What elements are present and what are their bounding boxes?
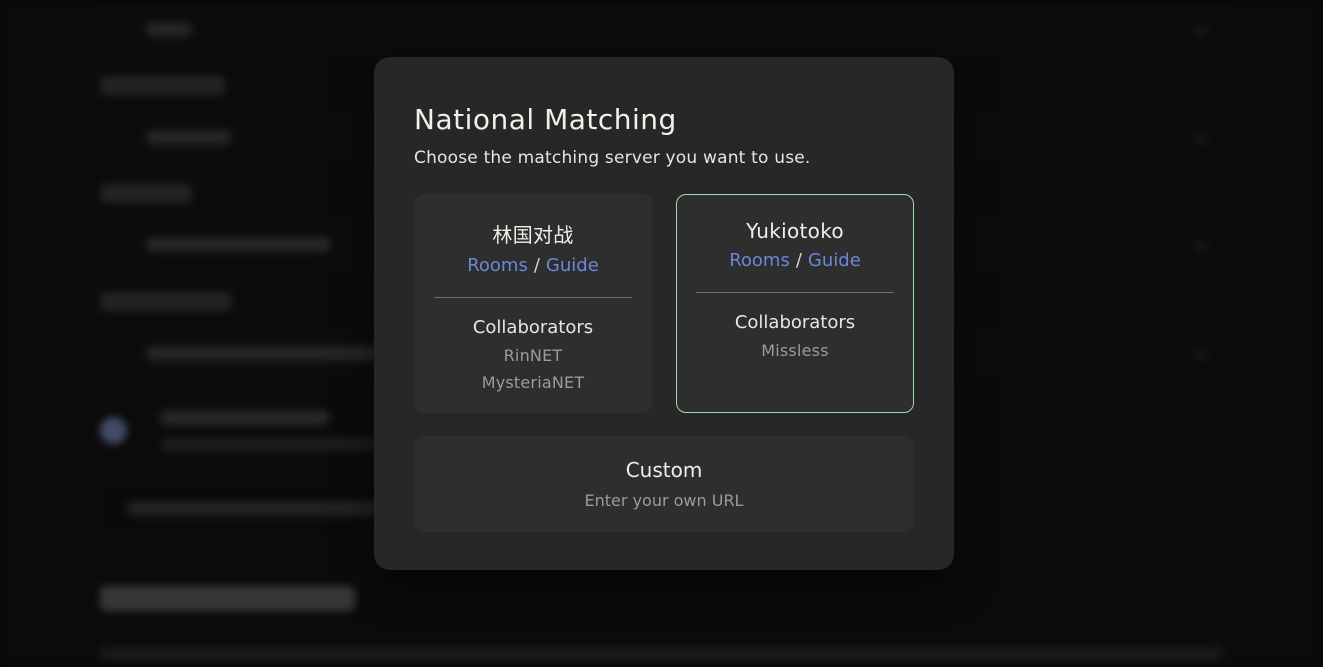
server-links: Rooms / Guide <box>467 255 599 276</box>
collaborator-name: MysteriaNET <box>482 373 585 392</box>
custom-card-title: Custom <box>626 458 703 482</box>
server-links: Rooms / Guide <box>729 250 861 271</box>
collaborators-label: Collaborators <box>735 312 855 333</box>
card-divider <box>696 292 894 293</box>
link-separator: / <box>796 250 802 271</box>
collaborator-name: Missless <box>761 341 828 360</box>
collaborators-label: Collaborators <box>473 317 593 338</box>
national-matching-dialog: National Matching Choose the matching se… <box>374 57 954 570</box>
card-divider <box>434 297 632 298</box>
guide-link[interactable]: Guide <box>808 250 861 271</box>
custom-server-card[interactable]: Custom Enter your own URL <box>414 436 914 532</box>
dialog-title: National Matching <box>414 103 914 136</box>
link-separator: / <box>534 255 540 276</box>
server-card-list: 林国对战 Rooms / Guide Collaborators RinNET My… <box>414 194 914 413</box>
rooms-link[interactable]: Rooms <box>729 250 790 271</box>
server-name: Yukiotoko <box>746 219 844 243</box>
collaborator-name: RinNET <box>504 346 563 365</box>
server-name: 林国对战 <box>492 219 573 248</box>
rooms-link[interactable]: Rooms <box>467 255 528 276</box>
custom-card-subtitle: Enter your own URL <box>585 491 744 510</box>
guide-link[interactable]: Guide <box>546 255 599 276</box>
server-card-yukiotoko[interactable]: Yukiotoko Rooms / Guide Collaborators Miss… <box>676 194 914 413</box>
server-card-linguo[interactable]: 林国对战 Rooms / Guide Collaborators RinNET My… <box>414 194 652 413</box>
dialog-subtitle: Choose the matching server you want to u… <box>414 148 914 168</box>
